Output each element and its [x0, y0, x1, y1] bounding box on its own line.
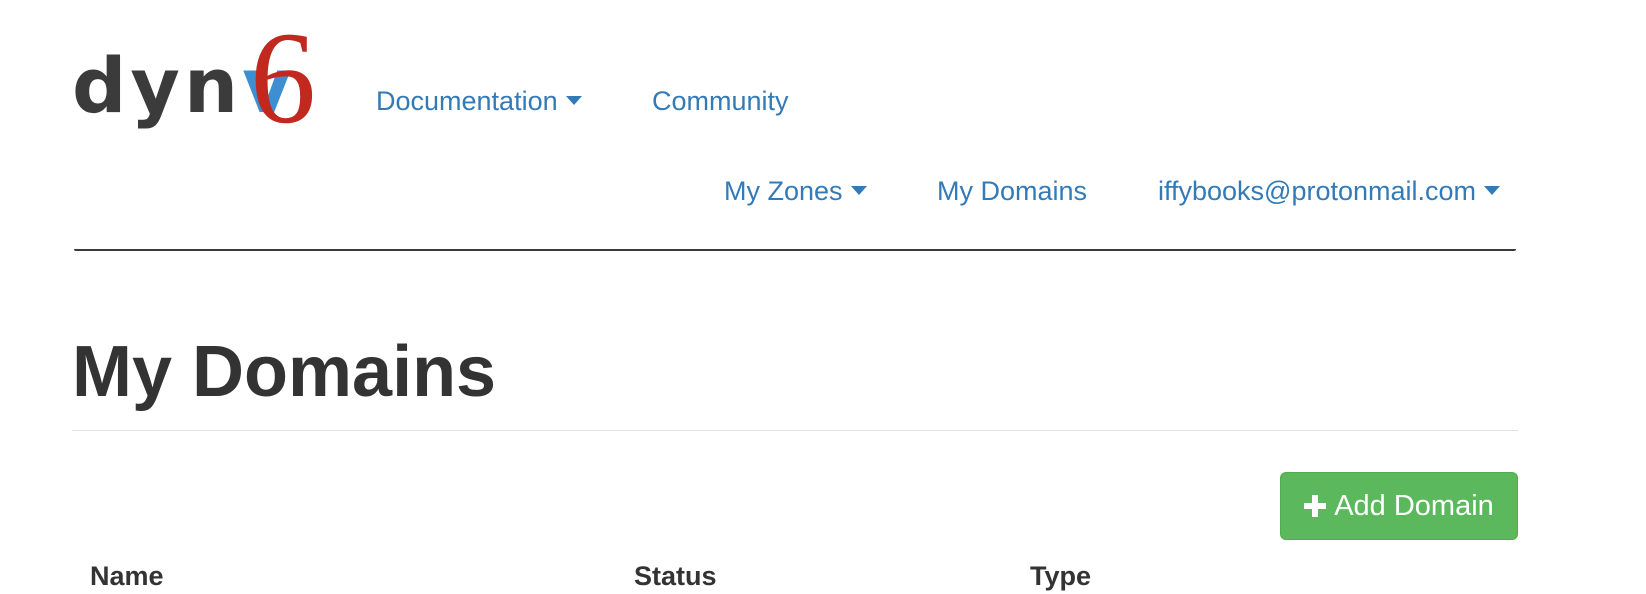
nav-user-email: iffybooks@protonmail.com	[1158, 176, 1477, 206]
nav-community-label: Community	[652, 86, 789, 116]
logo-six: 6	[250, 4, 316, 151]
dynv6-logo[interactable]: dynv 6	[72, 12, 322, 144]
nav-my-zones-dropdown[interactable]: My Zones	[724, 178, 867, 205]
nav-user-menu-dropdown[interactable]: iffybooks@protonmail.com	[1158, 176, 1501, 206]
page-header-divider	[72, 430, 1518, 431]
nav-my-domains-label: My Domains	[937, 176, 1088, 206]
nav-documentation-dropdown[interactable]: Documentation	[376, 88, 582, 115]
column-header-status: Status	[634, 561, 717, 591]
nav-community-link[interactable]: Community	[652, 88, 789, 115]
plus-icon	[1304, 495, 1327, 517]
navbar-divider	[74, 249, 1516, 251]
caret-down-icon	[565, 96, 582, 106]
nav-my-zones-label: My Zones	[724, 176, 843, 206]
caret-down-icon	[1484, 186, 1501, 196]
add-domain-label: Add Domain	[1334, 489, 1494, 522]
column-header-name: Name	[90, 561, 164, 591]
column-header-type: Type	[1030, 561, 1092, 591]
page-title: My Domains	[72, 332, 497, 412]
add-domain-button[interactable]: Add Domain	[1280, 472, 1518, 540]
nav-my-domains-link[interactable]: My Domains	[937, 178, 1087, 205]
nav-documentation-label: Documentation	[376, 86, 558, 116]
caret-down-icon	[850, 186, 867, 196]
